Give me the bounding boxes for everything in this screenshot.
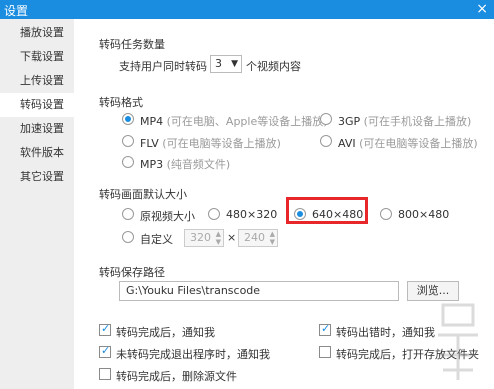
open-folder-checkbox[interactable] <box>319 346 331 358</box>
delete-source-checkbox[interactable] <box>99 368 111 380</box>
spin-arrows-icon: ▲ ▼ <box>269 230 275 246</box>
spin-arrows-icon: ▲ ▼ <box>215 230 221 246</box>
task-count-suffix: 个视频内容 <box>246 60 301 73</box>
sidebar-item-version[interactable]: 软件版本 <box>0 141 74 165</box>
close-icon[interactable]: × <box>476 0 488 18</box>
watermark-logo-icon <box>438 303 478 380</box>
format-mp4-radio[interactable] <box>122 113 134 125</box>
size-times-sign: × <box>227 231 237 244</box>
format-mp4-label: MP4 (可在电脑、Apple等设备上播放) <box>140 115 328 128</box>
task-count-value: 3 <box>215 57 222 70</box>
section-title-save-path: 转码保存路径 <box>99 266 165 279</box>
size-original-radio[interactable] <box>122 208 134 220</box>
custom-width-input[interactable]: 320 ▲ ▼ <box>184 229 224 247</box>
task-count-select[interactable]: 3 ▼ <box>210 55 242 73</box>
notify-on-error-checkbox[interactable] <box>319 322 331 336</box>
format-avi-label: AVI (可在电脑等设备上播放) <box>338 137 478 150</box>
notify-on-exit-checkbox[interactable] <box>99 344 111 358</box>
title-bar: 设置 × <box>0 0 494 19</box>
notify-on-error-label: 转码出错时，通知我 <box>336 326 435 339</box>
size-640x480-radio[interactable] <box>294 208 306 220</box>
sidebar: 播放设置 下载设置 上传设置 转码设置 加速设置 软件版本 其它设置 <box>0 19 74 389</box>
size-custom-radio[interactable] <box>122 231 134 243</box>
section-title-size: 转码画面默认大小 <box>99 188 187 201</box>
size-800x480-radio[interactable] <box>380 208 392 220</box>
size-640x480-label: 640×480 <box>312 208 364 221</box>
size-480x320-label: 480×320 <box>226 208 278 221</box>
size-custom-label: 自定义 <box>140 233 173 246</box>
notify-on-exit-label: 未转码完成退出程序时，通知我 <box>116 348 270 361</box>
sidebar-item-acceleration[interactable]: 加速设置 <box>0 117 74 141</box>
size-800x480-label: 800×480 <box>398 208 450 221</box>
sidebar-item-upload[interactable]: 上传设置 <box>0 69 74 93</box>
notify-on-complete-checkbox[interactable] <box>99 322 111 336</box>
format-avi-radio[interactable] <box>320 135 332 147</box>
format-mp3-radio[interactable] <box>122 156 134 168</box>
window-title: 设置 <box>4 4 29 18</box>
format-mp3-label: MP3 (纯音频文件) <box>140 158 231 171</box>
custom-height-value: 240 <box>244 231 265 244</box>
section-title-task-count: 转码任务数量 <box>99 38 165 51</box>
sidebar-item-transcode[interactable]: 转码设置 <box>0 93 74 117</box>
sidebar-item-playback[interactable]: 播放设置 <box>0 21 74 45</box>
delete-source-label: 转码完成后，删除源文件 <box>116 370 237 383</box>
size-480x320-radio[interactable] <box>208 208 220 220</box>
format-3gp-label: 3GP (可在手机设备上播放) <box>338 115 472 128</box>
task-count-prefix: 支持用户同时转码 <box>119 60 207 73</box>
save-path-input[interactable]: G:\Youku Files\transcode <box>119 281 399 301</box>
format-flv-radio[interactable] <box>122 135 134 147</box>
notify-on-complete-label: 转码完成后，通知我 <box>116 326 215 339</box>
sidebar-item-download[interactable]: 下载设置 <box>0 45 74 69</box>
custom-height-input[interactable]: 240 ▲ ▼ <box>238 229 278 247</box>
size-original-label: 原视频大小 <box>140 210 195 223</box>
format-3gp-radio[interactable] <box>320 113 332 125</box>
sidebar-item-other[interactable]: 其它设置 <box>0 165 74 189</box>
format-flv-label: FLV (可在电脑等设备上播放) <box>140 137 281 150</box>
chevron-down-icon: ▼ <box>231 59 238 69</box>
section-title-format: 转码格式 <box>99 96 143 109</box>
custom-width-value: 320 <box>190 231 211 244</box>
